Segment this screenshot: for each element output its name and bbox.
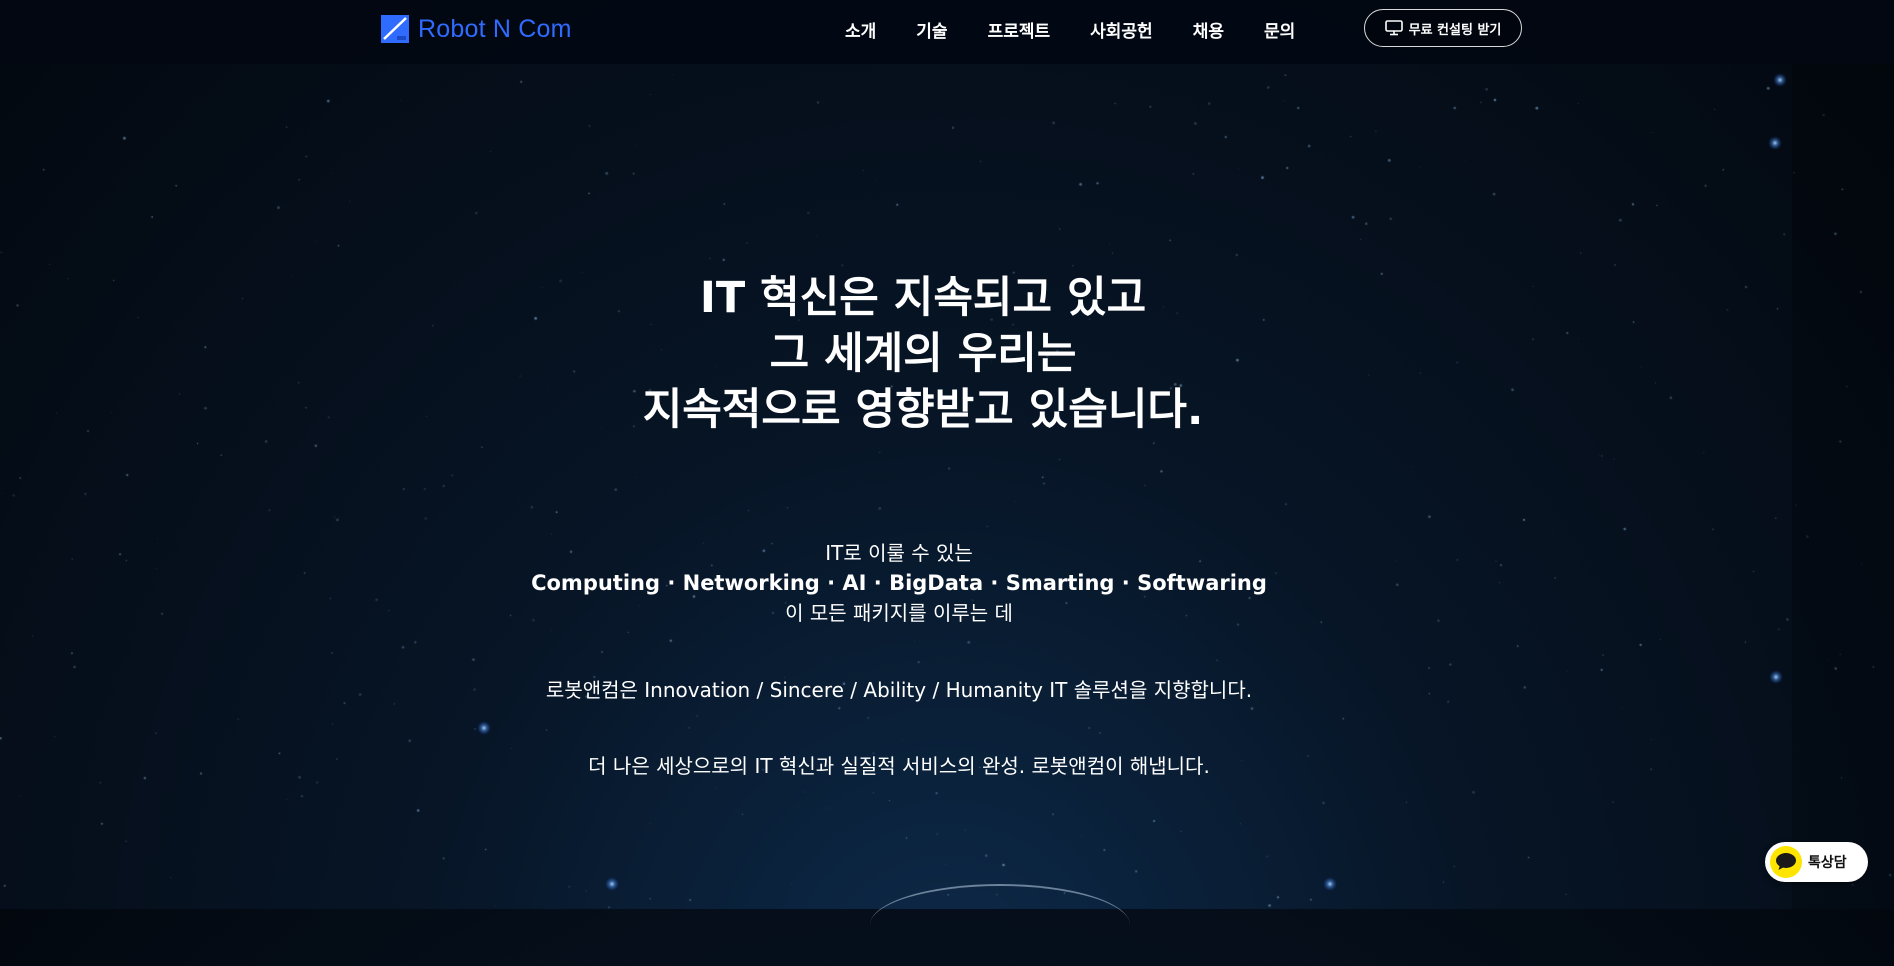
globe-arc-decoration bbox=[870, 884, 1130, 966]
nav-item-contact[interactable]: 문의 bbox=[1264, 17, 1295, 42]
kakao-talk-consult-label: 톡상담 bbox=[1808, 855, 1847, 871]
intro-line-1: IT로 이룰 수 있는 bbox=[825, 541, 973, 565]
hero-heading: IT 혁신은 지속되고 있고 그 세계의 우리는 지속적으로 영향받고 있습니다… bbox=[0, 270, 1894, 438]
main-nav: 소개 기술 프로젝트 사회공헌 채용 문의 bbox=[845, 14, 1335, 44]
closing-statement: 더 나은 세상으로의 IT 혁신과 실질적 서비스의 완성. 로봇앤컴이 해냅니… bbox=[588, 754, 1210, 778]
robot-n-com-logo-icon bbox=[381, 15, 409, 43]
free-consulting-label: 무료 컨설팅 받기 bbox=[1408, 22, 1502, 38]
nav-item-projects[interactable]: 프로젝트 bbox=[988, 17, 1051, 42]
logo-text: Robot N Com bbox=[418, 14, 572, 43]
nav-item-social-contribution[interactable]: 사회공헌 bbox=[1090, 17, 1153, 42]
kakao-talk-consult-button[interactable]: 톡상담 bbox=[1765, 842, 1868, 882]
monitor-icon bbox=[1384, 20, 1403, 36]
intro-text: IT로 이룰 수 있는 Computing · Networking · AI … bbox=[0, 538, 1846, 628]
logo[interactable]: Robot N Com bbox=[380, 14, 572, 44]
kakao-chat-icon bbox=[1770, 846, 1802, 878]
site-header: Robot N Com 소개 기술 프로젝트 사회공헌 채용 문의 무료 컨설팅… bbox=[0, 0, 1894, 64]
intro-capabilities-line: Computing · Networking · AI · BigData · … bbox=[531, 571, 1267, 595]
hero-line-3: 지속적으로 영향받고 있습니다. bbox=[642, 385, 1204, 435]
nav-item-about[interactable]: 소개 bbox=[845, 17, 876, 42]
nav-item-careers[interactable]: 채용 bbox=[1193, 17, 1224, 42]
nav-item-technology[interactable]: 기술 bbox=[916, 17, 947, 42]
hero-line-2: 그 세계의 우리는 bbox=[769, 329, 1077, 379]
hero-line-1: IT 혁신은 지속되고 있고 bbox=[699, 273, 1147, 323]
values-statement: 로봇앤컴은 Innovation / Sincere / Ability / H… bbox=[545, 678, 1253, 702]
free-consulting-button[interactable]: 무료 컨설팅 받기 bbox=[1364, 9, 1522, 47]
intro-line-3: 이 모든 패키지를 이루는 데 bbox=[785, 601, 1013, 625]
